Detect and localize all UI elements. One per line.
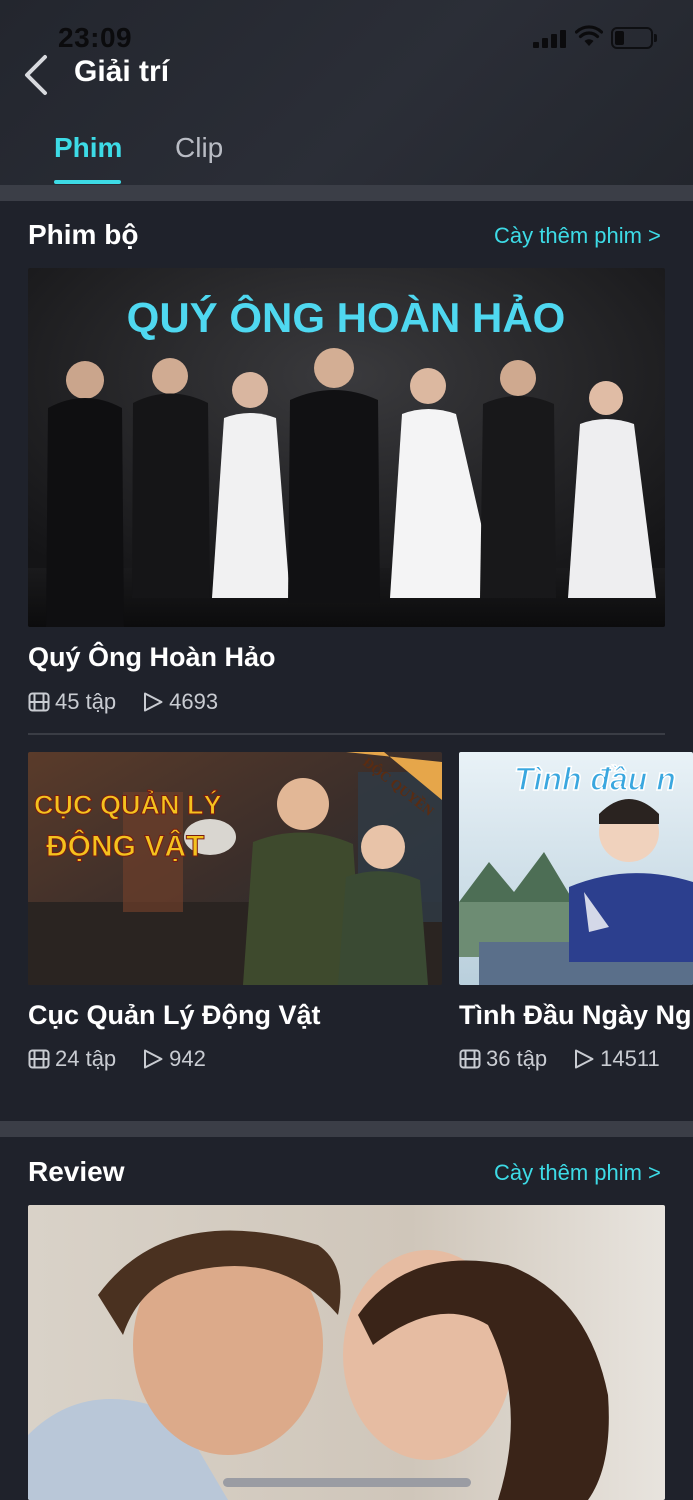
more-reviews-link[interactable]: Cày thêm phim > [494, 1160, 661, 1186]
featured-poster-title: QUÝ ÔNG HOÀN HẢO [127, 293, 566, 341]
poster-title: Tình đầu n [514, 761, 676, 797]
section-divider [0, 1121, 693, 1137]
tinh-dau-poster-art: Tình đầu n [459, 752, 693, 985]
movie-poster-cuc-quan-ly[interactable]: ĐỘC QUYỀN CỤC QUẢN LÝ ĐỘNG VẬT [28, 752, 442, 985]
content-divider [28, 733, 665, 735]
view-count: 14511 [600, 1046, 660, 1071]
tab-phim[interactable]: Phim [54, 132, 122, 164]
poster-title-line2: ĐỘNG VẬT [46, 829, 204, 863]
movie-meta-cuc-quan-ly: 24 tập 942 [28, 1046, 206, 1072]
cuc-quan-ly-poster-art: ĐỘC QUYỀN CỤC QUẢN LÝ ĐỘNG VẬT [28, 752, 442, 985]
movie-title-cuc-quan-ly[interactable]: Cục Quản Lý Động Vật [28, 1000, 321, 1031]
view-count: 4693 [169, 689, 219, 714]
play-icon [144, 692, 163, 712]
featured-movie-poster[interactable]: QUÝ ÔNG HOÀN HẢO [28, 268, 665, 627]
film-icon [459, 1049, 481, 1069]
review-video-poster[interactable] [28, 1205, 665, 1500]
poster-title-line1: CỤC QUẢN LÝ [34, 788, 222, 820]
review-poster-art [28, 1205, 665, 1500]
active-tab-indicator [54, 180, 121, 184]
home-indicator [223, 1478, 471, 1487]
movie-title-tinh-dau[interactable]: Tình Đầu Ngày Ng [459, 1000, 693, 1031]
episode-count: 24 tập [55, 1046, 117, 1071]
featured-movie-meta: 45 tập 4693 [28, 689, 218, 715]
back-button[interactable] [18, 52, 58, 98]
play-icon [144, 1049, 163, 1069]
episode-count: 45 tập [55, 689, 117, 714]
chevron-left-icon [25, 55, 47, 95]
app-header: 23:09 Giải trí Phim Clip [0, 0, 693, 185]
movie-poster-tinh-dau[interactable]: Tình đầu n [459, 752, 693, 985]
tab-clip[interactable]: Clip [175, 132, 223, 164]
movie-meta-tinh-dau: 36 tập 14511 [459, 1046, 660, 1072]
battery-icon [611, 27, 657, 49]
more-movies-link[interactable]: Cày thêm phim > [494, 223, 661, 249]
film-icon [28, 1049, 50, 1069]
episode-count: 36 tập [486, 1046, 548, 1071]
page-title: Giải trí [74, 55, 170, 88]
play-icon [575, 1049, 594, 1069]
cellular-signal-icon [533, 30, 567, 48]
section-title-phim-bo: Phim bộ [28, 219, 139, 250]
film-icon [28, 692, 50, 712]
featured-poster-art: QUÝ ÔNG HOÀN HẢO [28, 268, 665, 627]
view-count: 942 [169, 1046, 206, 1071]
wifi-icon [575, 25, 603, 46]
featured-movie-title[interactable]: Quý Ông Hoàn Hảo [28, 642, 276, 673]
section-divider [0, 185, 693, 201]
status-time: 23:09 [58, 22, 133, 53]
section-title-review: Review [28, 1156, 125, 1187]
